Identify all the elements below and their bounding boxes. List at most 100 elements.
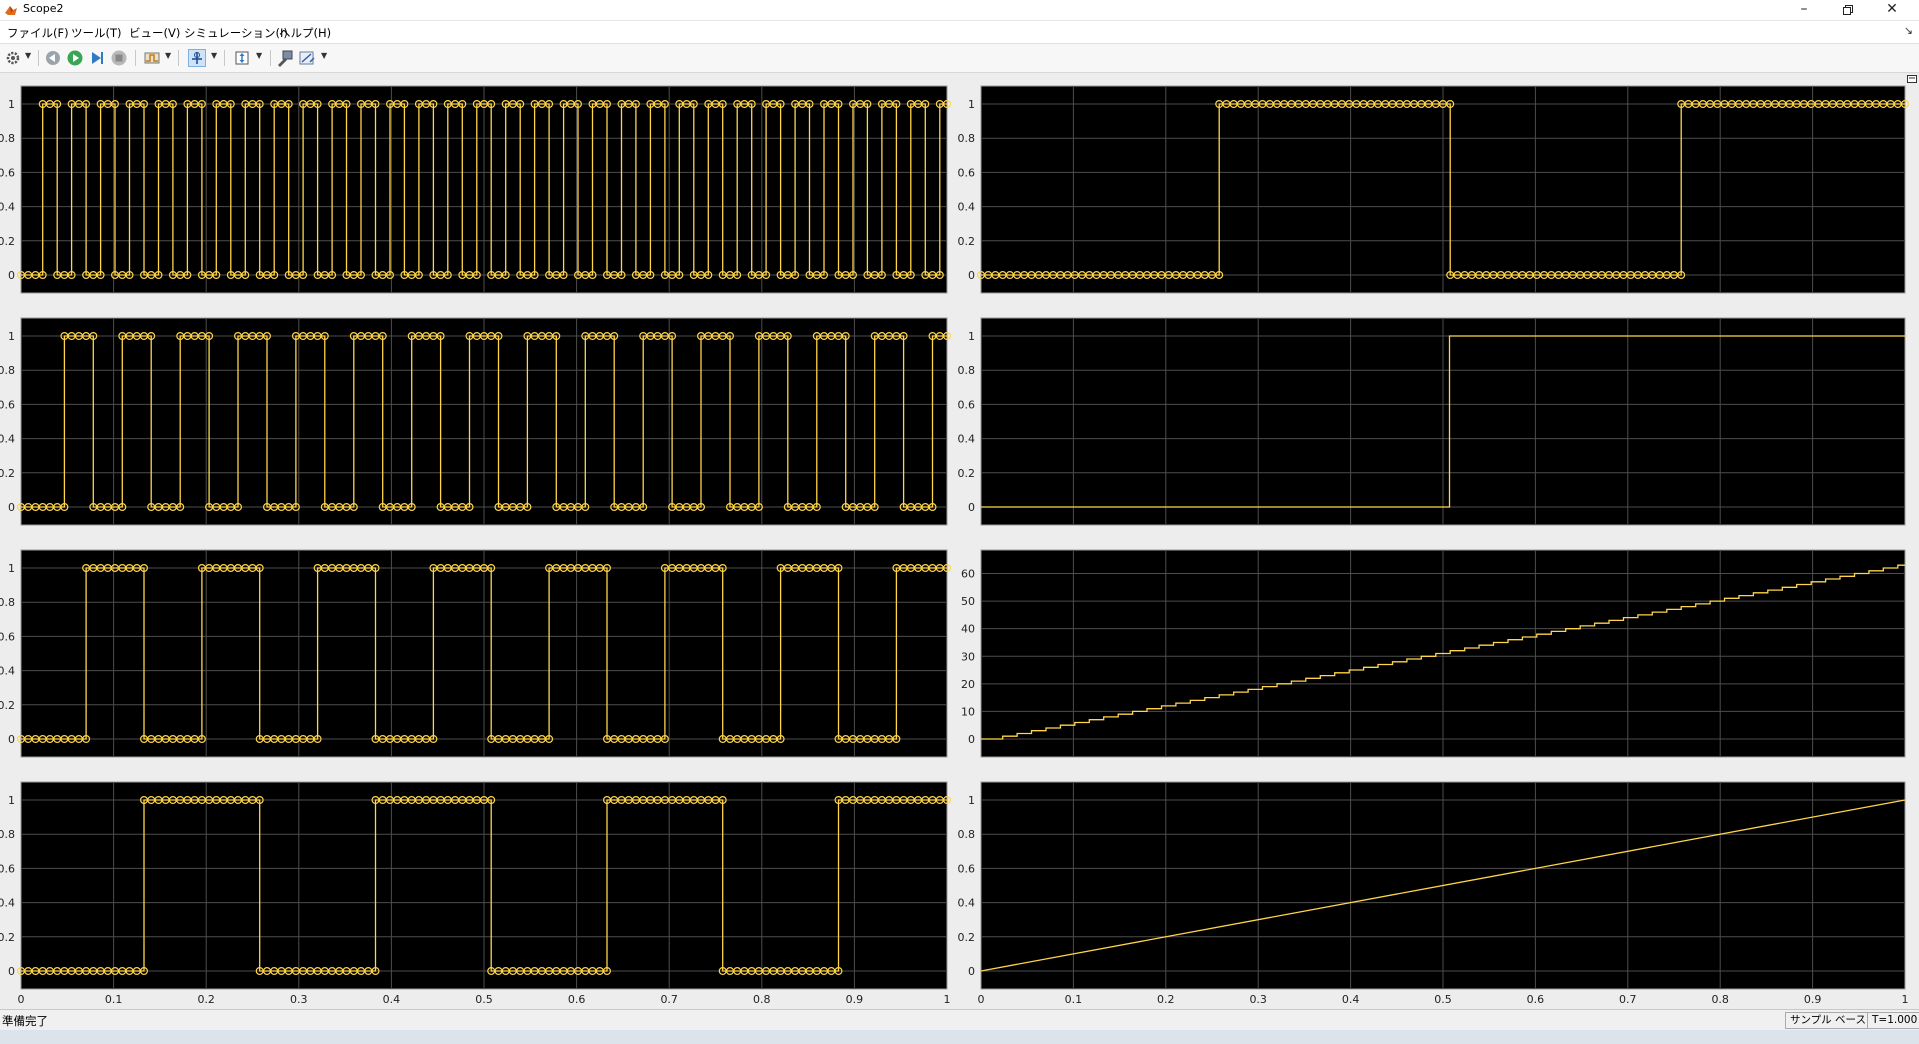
x-tick-label: 0 (18, 993, 25, 1006)
y-tick-label: 0.6 (958, 398, 976, 411)
y-tick-label: 10 (961, 705, 975, 718)
menu-file[interactable]: ファイル(F) (7, 25, 69, 41)
y-tick-label: 0.6 (958, 862, 976, 875)
zoom-pan-icon[interactable] (188, 49, 206, 67)
y-tick-label: 1 (8, 794, 15, 807)
x-tick-label: 0.5 (1434, 993, 1452, 1006)
restore-icon[interactable] (1826, 0, 1870, 20)
scope-axes-2: 0 0.2 0.4 0.6 0.8 1 (0, 317, 951, 526)
y-tick-label: 1 (968, 794, 975, 807)
y-tick-label: 50 (961, 595, 975, 608)
os-taskbar-strip (0, 1030, 1919, 1044)
x-tick-label: 0.2 (1157, 993, 1175, 1006)
menu-tools[interactable]: ツール(T) (71, 25, 122, 41)
menu-bar: ファイル(F) ツール(T) ビュー(V) シミュレーション(I) ヘルプ(H)… (0, 21, 1919, 44)
measurements-dropdown-icon[interactable]: ▼ (321, 51, 327, 60)
zoom-dropdown-icon[interactable]: ▼ (211, 51, 217, 60)
y-tick-label: 0 (8, 733, 15, 746)
x-tick-label: 0.3 (290, 993, 308, 1006)
scope-axes-6: 0 0.2 0.4 0.6 0.8 1 (958, 317, 1906, 526)
stop-icon[interactable] (110, 49, 128, 67)
y-tick-label: 1 (968, 330, 975, 343)
x-tick-label: 0.1 (1065, 993, 1083, 1006)
y-tick-label: 0 (8, 501, 15, 514)
y-tick-label: 0.6 (958, 166, 976, 179)
y-tick-label: 0.6 (0, 630, 15, 643)
x-tick-label: 0.1 (105, 993, 123, 1006)
scope-plot-area: 0 0.2 0.4 0.6 0.8 1 0 0.2 0.4 0.6 0.8 1 0 0.2 0.4 0.6 0.… (0, 73, 1919, 1009)
y-tick-label: 1 (968, 98, 975, 111)
menu-view[interactable]: ビュー(V) (129, 25, 180, 41)
highlight-block-icon[interactable] (276, 49, 294, 67)
y-tick-label: 0.8 (0, 596, 15, 609)
x-tick-label: 0.8 (1711, 993, 1729, 1006)
toolstrip-pin-icon[interactable]: ↘ (1904, 24, 1913, 37)
minimize-icon[interactable]: – (1782, 0, 1826, 20)
step-back-icon[interactable] (44, 49, 62, 67)
x-tick-label: 1 (1902, 993, 1909, 1006)
y-tick-label: 0.4 (0, 201, 15, 214)
scale-dropdown-icon[interactable]: ▼ (256, 51, 262, 60)
y-tick-label: 0.4 (0, 897, 15, 910)
measurements-icon[interactable] (298, 49, 316, 67)
y-tick-label: 0.2 (958, 235, 976, 248)
y-tick-label: 1 (8, 562, 15, 575)
menu-simulation[interactable]: シミュレーション(I) (184, 25, 288, 41)
scope-displays[interactable]: 00.20.40.60.8100.20.40.60.8100.20.40.60.… (0, 73, 1919, 1009)
step-forward-icon[interactable] (88, 49, 106, 67)
sample-mode-indicator: サンプル ベース (1785, 1012, 1871, 1029)
menu-help[interactable]: ヘルプ(H) (279, 25, 331, 41)
y-tick-label: 0.8 (0, 132, 15, 145)
y-tick-label: 60 (961, 568, 975, 581)
settings-gear-icon[interactable] (4, 49, 22, 67)
window-title: Scope2 (23, 2, 64, 15)
x-tick-label: 0.5 (475, 993, 493, 1006)
x-tick-label: 0.8 (753, 993, 771, 1006)
x-tick-label: 0.9 (1804, 993, 1822, 1006)
toolbar-separator (38, 50, 39, 66)
y-tick-label: 0.6 (0, 166, 15, 179)
x-tick-label: 0.7 (1619, 993, 1637, 1006)
x-tick-label: 0.4 (1342, 993, 1360, 1006)
y-tick-label: 0.4 (0, 665, 15, 678)
scope-axes-3: 0 0.2 0.4 0.6 0.8 1 (0, 549, 951, 758)
triggers-dropdown-icon[interactable]: ▼ (165, 51, 171, 60)
close-icon[interactable]: ✕ (1870, 0, 1914, 20)
x-tick-label: 0.3 (1249, 993, 1267, 1006)
settings-dropdown-icon[interactable]: ▼ (25, 51, 31, 60)
x-tick-label: 0.6 (1527, 993, 1545, 1006)
triggers-icon[interactable] (143, 49, 161, 67)
y-tick-label: 0.4 (958, 433, 976, 446)
y-tick-label: 1 (8, 98, 15, 111)
y-tick-label: 0.4 (958, 897, 976, 910)
toolbar-separator (178, 50, 179, 66)
y-tick-label: 0 (968, 269, 975, 282)
x-tick-label: 1 (944, 993, 951, 1006)
y-tick-label: 0.8 (0, 364, 15, 377)
scope-axes-7: 0 10 20 30 40 50 60 (961, 549, 1906, 758)
x-tick-label: 0 (978, 993, 985, 1006)
y-tick-label: 0.6 (0, 398, 15, 411)
y-tick-label: 0 (968, 501, 975, 514)
run-icon[interactable] (66, 49, 84, 67)
x-tick-label: 0.4 (383, 993, 401, 1006)
y-tick-label: 0.2 (0, 931, 15, 944)
y-tick-label: 0.4 (0, 433, 15, 446)
y-tick-label: 0.2 (958, 931, 976, 944)
scope-axes-8: 0 0.2 0.4 0.6 0.8 1 0 0.1 0.2 0.3 0.4 0.5 0.6 0.7 0.8 0… (958, 781, 1909, 1006)
y-tick-label: 0.2 (958, 467, 976, 480)
scope-axes-1: 0 0.2 0.4 0.6 0.8 1 (0, 85, 951, 294)
x-tick-label: 0.2 (197, 993, 215, 1006)
y-tick-label: 0 (968, 965, 975, 978)
y-tick-label: 0.6 (0, 862, 15, 875)
x-tick-label: 0.6 (568, 993, 586, 1006)
toolbar-separator (270, 50, 271, 66)
scale-axes-icon[interactable] (233, 49, 251, 67)
matlab-app-icon (5, 6, 17, 15)
toolbar-separator (135, 50, 136, 66)
y-tick-label: 0 (8, 965, 15, 978)
y-tick-label: 0.8 (0, 828, 15, 841)
scope-axes-4: 0 0.2 0.4 0.6 0.8 1 0 0.1 0.2 0.3 0.4 0.5 0.6 0.7 0.8 0… (0, 781, 951, 1006)
undock-icon[interactable] (1907, 75, 1917, 83)
y-tick-label: 0.4 (958, 201, 976, 214)
